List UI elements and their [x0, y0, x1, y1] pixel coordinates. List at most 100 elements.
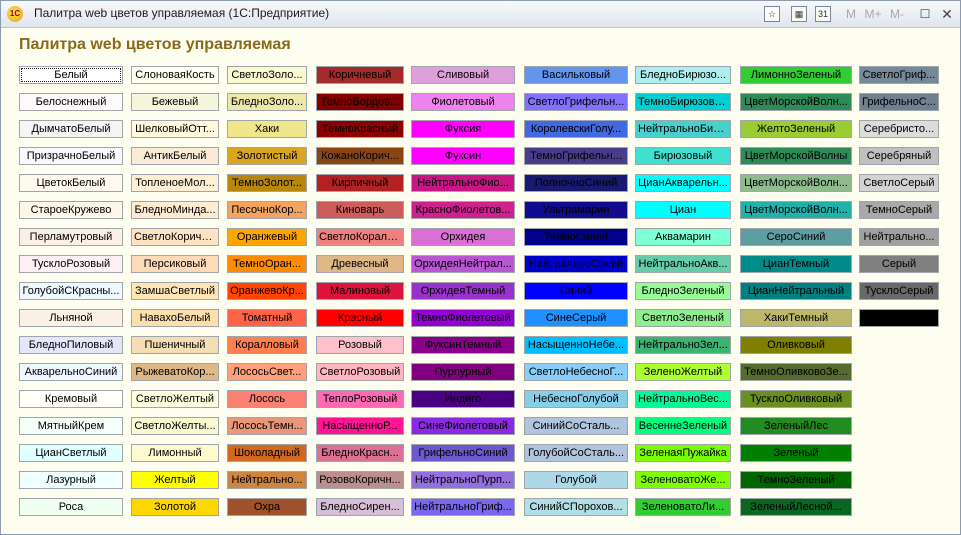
title-bar[interactable]: 1С Палитра web цветов управляемая (1С:Пр…	[1, 1, 960, 28]
color-swatch-button[interactable]: КоролевскиГолу...	[524, 120, 628, 138]
color-swatch-button[interactable]: Васильковый	[524, 66, 628, 84]
color-swatch-button[interactable]: ЗеленоЖелтый	[635, 363, 731, 381]
color-swatch-button[interactable]: ЛососьТемн...	[227, 417, 307, 435]
memory-minus-button[interactable]: M-	[887, 5, 907, 23]
color-swatch-button[interactable]: Роса	[19, 498, 123, 516]
color-swatch-button[interactable]: ГолубойСоСталь...	[524, 444, 628, 462]
color-swatch-button[interactable]: Сливовый	[411, 66, 515, 84]
color-swatch-button[interactable]: Оранжевый	[227, 228, 307, 246]
close-icon[interactable]: ✕	[940, 5, 954, 23]
color-swatch-button[interactable]: СветлоКоричн...	[131, 228, 219, 246]
color-swatch-button[interactable]: ГрифельноС...	[859, 93, 939, 111]
memory-m-button[interactable]: M	[844, 5, 858, 23]
color-swatch-button[interactable]: ЦианСветлый	[19, 444, 123, 462]
color-swatch-button[interactable]: БледноЗоло...	[227, 93, 307, 111]
color-swatch-button[interactable]: ДымчатоБелый	[19, 120, 123, 138]
color-swatch-button[interactable]: Древесный	[316, 255, 404, 273]
color-swatch-button[interactable]: СинеСерый	[524, 309, 628, 327]
color-swatch-button[interactable]: НейтральноЗел...	[635, 336, 731, 354]
color-swatch-button[interactable]: Лазурный	[19, 471, 123, 489]
color-swatch-button[interactable]: Кремовый	[19, 390, 123, 408]
color-swatch-button[interactable]: Аквамарин	[635, 228, 731, 246]
color-swatch-button[interactable]: Черный	[859, 309, 939, 327]
color-swatch-button[interactable]: Фуксин	[411, 147, 515, 165]
color-swatch-button[interactable]: НейтральноГриф...	[411, 498, 515, 516]
color-swatch-button[interactable]: ОрхидеяТемный	[411, 282, 515, 300]
color-swatch-button[interactable]: РозовоКоричн...	[316, 471, 404, 489]
color-swatch-button[interactable]: ТемноОливковоЗе...	[740, 363, 852, 381]
color-swatch-button[interactable]: Белый	[19, 66, 123, 84]
color-swatch-button[interactable]: СероСиний	[740, 228, 852, 246]
color-swatch-button[interactable]: НебесноГолубой	[524, 390, 628, 408]
calendar-icon[interactable]: 31	[815, 6, 831, 22]
color-swatch-button[interactable]: НейтральноАкв...	[635, 255, 731, 273]
color-swatch-button[interactable]: СветлоЖелты...	[131, 417, 219, 435]
color-swatch-button[interactable]: ТемноЗолот...	[227, 174, 307, 192]
color-swatch-button[interactable]: ТеплоРозовый	[316, 390, 404, 408]
color-swatch-button[interactable]: НейтральноФио...	[411, 174, 515, 192]
color-swatch-button[interactable]: НейтральноБир...	[635, 120, 731, 138]
color-swatch-button[interactable]: СветлоЗеленый	[635, 309, 731, 327]
color-swatch-button[interactable]: Орхидея	[411, 228, 515, 246]
color-swatch-button[interactable]: ГолубойСКрасны...	[19, 282, 123, 300]
color-swatch-button[interactable]: ЦианТемный	[740, 255, 852, 273]
color-swatch-button[interactable]: СветлоСерый	[859, 174, 939, 192]
color-swatch-button[interactable]: СветлоЖелтый	[131, 390, 219, 408]
color-swatch-button[interactable]: СинийСПорохов...	[524, 498, 628, 516]
color-swatch-button[interactable]: Кирпичный	[316, 174, 404, 192]
color-swatch-button[interactable]: НасыщенноР...	[316, 417, 404, 435]
color-swatch-button[interactable]: ЗеленыйЛесной...	[740, 498, 852, 516]
color-swatch-button[interactable]: КрасноФиолетов...	[411, 201, 515, 219]
color-swatch-button[interactable]: Фуксия	[411, 120, 515, 138]
color-swatch-button[interactable]: Томатный	[227, 309, 307, 327]
color-swatch-button[interactable]: МятныйКрем	[19, 417, 123, 435]
color-swatch-button[interactable]: АкварельноСиний	[19, 363, 123, 381]
color-swatch-button[interactable]: ТусклоОливковый	[740, 390, 852, 408]
color-swatch-button[interactable]: ЗеленоватоЖе...	[635, 471, 731, 489]
color-swatch-button[interactable]: ЦветМорскойВолны	[740, 147, 852, 165]
color-swatch-button[interactable]: ПолночноСиний	[524, 174, 628, 192]
color-swatch-button[interactable]: СветлоРозовый	[316, 363, 404, 381]
color-swatch-button[interactable]: Циан	[635, 201, 731, 219]
color-swatch-button[interactable]: Ультрамарин	[524, 201, 628, 219]
color-swatch-button[interactable]: ЖелтоЗеленый	[740, 120, 852, 138]
color-swatch-button[interactable]: СветлоГриф...	[859, 66, 939, 84]
color-swatch-button[interactable]: СтароеКружево	[19, 201, 123, 219]
color-swatch-button[interactable]: Зеленый	[740, 444, 852, 462]
color-swatch-button[interactable]: Фиолетовый	[411, 93, 515, 111]
color-swatch-button[interactable]: ПризрачноБелый	[19, 147, 123, 165]
color-swatch-button[interactable]: Лимонный	[131, 444, 219, 462]
color-swatch-button[interactable]: РыжеватоКор...	[131, 363, 219, 381]
color-swatch-button[interactable]: ТусклоСерый	[859, 282, 939, 300]
color-swatch-button[interactable]: БледноПиловый	[19, 336, 123, 354]
color-swatch-button[interactable]: Нейтрально...	[859, 228, 939, 246]
color-swatch-button[interactable]: ЗеленоватоЛи...	[635, 498, 731, 516]
color-swatch-button[interactable]: КожаноКорич...	[316, 147, 404, 165]
color-swatch-button[interactable]: ТемноБирюзово...	[635, 93, 731, 111]
color-swatch-button[interactable]: ТемноОран...	[227, 255, 307, 273]
color-swatch-button[interactable]: Серебристо...	[859, 120, 939, 138]
color-swatch-button[interactable]: ЗеленыйЛес	[740, 417, 852, 435]
color-swatch-button[interactable]: НейтральноСиний	[524, 255, 628, 273]
color-swatch-button[interactable]: Нейтрально...	[227, 471, 307, 489]
color-swatch-button[interactable]: ТемноБордов...	[316, 93, 404, 111]
color-swatch-button[interactable]: ЛимонноЗеленый	[740, 66, 852, 84]
color-swatch-button[interactable]: СинеФиолетовый	[411, 417, 515, 435]
color-swatch-button[interactable]: ФуксинТемный	[411, 336, 515, 354]
color-swatch-button[interactable]: ЛососьСвет...	[227, 363, 307, 381]
color-swatch-button[interactable]: ЦветокБелый	[19, 174, 123, 192]
color-swatch-button[interactable]: Перламутровый	[19, 228, 123, 246]
memory-plus-button[interactable]: M+	[863, 5, 883, 23]
color-swatch-button[interactable]: ЦианНейтральный	[740, 282, 852, 300]
color-swatch-button[interactable]: БледноМинда...	[131, 201, 219, 219]
color-swatch-button[interactable]: Хаки	[227, 120, 307, 138]
color-swatch-button[interactable]: Золотой	[131, 498, 219, 516]
color-swatch-button[interactable]: Синий	[524, 282, 628, 300]
color-swatch-button[interactable]: НейтральноВес...	[635, 390, 731, 408]
color-swatch-button[interactable]: Малиновый	[316, 282, 404, 300]
color-swatch-button[interactable]: СинийСоСталь...	[524, 417, 628, 435]
color-swatch-button[interactable]: ЦветМорскойВолн...	[740, 174, 852, 192]
color-swatch-button[interactable]: ТемноСерый	[859, 201, 939, 219]
color-swatch-button[interactable]: НавахоБелый	[131, 309, 219, 327]
color-swatch-button[interactable]: Охра	[227, 498, 307, 516]
